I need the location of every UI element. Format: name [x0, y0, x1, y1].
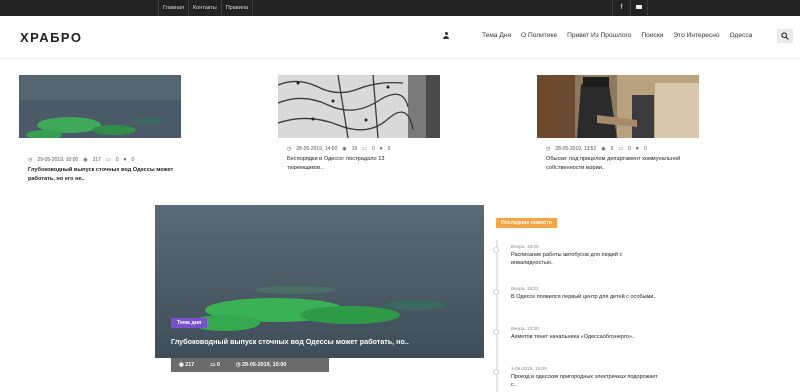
card-meta: ◷ 28-05-2019, 14:00 ◉ 19 ▭ 0 ♥ 0: [287, 146, 390, 152]
clock-icon: ◷: [28, 157, 33, 163]
latest-news-item[interactable]: Вчера, 13:30 Ахметов тянет начальника «О…: [493, 325, 660, 341]
heart-icon: ♥: [379, 146, 383, 152]
nav-item-interesting[interactable]: Это Интересно: [668, 30, 724, 42]
news-time: Вчера, 16:00: [511, 244, 539, 249]
nav-item-past[interactable]: Привет Из Прошлого: [562, 30, 636, 42]
nav-item-topic-of-day[interactable]: Тема Дня: [477, 30, 516, 42]
main-nav: Тема Дня О Политике Привет Из Прошлого П…: [477, 30, 757, 42]
featured-image[interactable]: [155, 205, 484, 358]
featured-comments-wrap: ▭ 0: [210, 362, 220, 368]
timeline-dot-icon: [493, 369, 499, 375]
card-meta: ◷ 28-05-2019, 13:52 ◉ 6 ▭ 0 ♥ 0: [546, 146, 647, 152]
top-bar: Главная Контакты Правила f: [0, 0, 800, 16]
latest-news-item[interactable]: Вчера, 16:00 Расписание работы автобусов…: [493, 243, 660, 267]
mail-icon[interactable]: [630, 0, 648, 16]
nav-item-search[interactable]: Поиски: [636, 30, 668, 42]
news-title[interactable]: Проезд в одесских пригородных электричка…: [500, 373, 660, 389]
featured-views: 217: [185, 362, 195, 368]
news-time: Вчера, 13:30: [511, 326, 539, 331]
featured-views-wrap: ◉ 217: [179, 362, 194, 368]
card-date: 29-05-2019, 10:00: [37, 157, 79, 163]
card-date: 28-05-2019, 14:00: [296, 146, 338, 152]
facebook-icon[interactable]: f: [612, 0, 630, 16]
comment-icon: ▭: [362, 146, 367, 152]
heart-icon: ♥: [123, 157, 127, 163]
timeline-dot-icon: [493, 289, 499, 295]
news-title[interactable]: Расписание работы автобусов для людей с …: [500, 251, 660, 267]
top-links: Главная Контакты Правила: [158, 0, 254, 16]
nav-item-politics[interactable]: О Политике: [516, 30, 562, 42]
latest-news-heading: Последние новости: [496, 218, 557, 228]
social-links: f: [612, 0, 648, 16]
eye-icon: ◉: [342, 146, 347, 152]
card-title[interactable]: Глубоководный выпуск сточных вод Одессы …: [28, 166, 188, 184]
card-likes: 0: [131, 157, 135, 163]
card-title[interactable]: Обыски: под прицелом департамент коммуна…: [546, 155, 696, 173]
search-button[interactable]: [777, 29, 793, 43]
latest-news-item[interactable]: 1-06-2019, 16:00 Проезд в одесских приго…: [493, 365, 660, 389]
comment-icon: ▭: [210, 362, 216, 368]
featured-badge[interactable]: Тема дня: [171, 318, 208, 328]
latest-news-item[interactable]: Вчера, 15:02 В Одессе появился первый це…: [493, 285, 660, 301]
card-comments: 0: [628, 146, 631, 152]
site-header: ХРАБРО Тема Дня О Политике Привет Из Про…: [0, 16, 800, 59]
featured-date-wrap: ◷ 29-05-2019, 10:00: [236, 362, 287, 368]
clock-icon: ◷: [546, 146, 551, 152]
featured-meta: ◉ 217 ▭ 0 ◷ 29-05-2019, 10:00: [171, 358, 329, 372]
featured-title[interactable]: Глубоководный выпуск сточных вод Одессы …: [171, 337, 409, 346]
top-link-rules[interactable]: Правила: [220, 0, 254, 16]
card-image-search[interactable]: [537, 75, 699, 138]
top-link-home[interactable]: Главная: [158, 0, 188, 16]
card-views: 19: [351, 146, 358, 152]
eye-icon: ◉: [179, 362, 184, 368]
clock-icon: ◷: [235, 362, 241, 368]
card-comments: 0: [115, 157, 119, 163]
nav-item-odessa[interactable]: Одесса: [725, 30, 758, 42]
card-likes: 0: [387, 146, 391, 152]
clock-icon: ◷: [287, 146, 292, 152]
news-title[interactable]: В Одессе появился первый центр для детей…: [500, 293, 660, 301]
site-logo[interactable]: ХРАБРО: [20, 30, 83, 45]
card-date: 28-05-2019, 13:52: [555, 146, 597, 152]
card-image-sea[interactable]: [19, 75, 181, 138]
card-meta: ◷ 29-05-2019, 10:00 ◉ 217 ▭ 0 ♥ 0: [28, 157, 134, 163]
featured-comments: 0: [216, 362, 220, 368]
search-icon: [781, 32, 789, 40]
timeline-dot-icon: [493, 329, 499, 335]
featured-date: 29-05-2019, 10:00: [242, 362, 287, 368]
comment-icon: ▭: [105, 157, 111, 163]
card-title[interactable]: Беспорядки в Одессе: пострадало 13 тюрем…: [287, 155, 417, 173]
comment-icon: ▭: [618, 146, 624, 152]
timeline-dot-icon: [493, 247, 499, 253]
card-likes: 0: [643, 146, 647, 152]
top-link-contacts[interactable]: Контакты: [187, 0, 221, 16]
news-title[interactable]: Ахметов тянет начальника «Одессаоблэнерг…: [500, 333, 660, 341]
card-image-barbed-wire[interactable]: [278, 75, 440, 138]
card-comments: 0: [371, 146, 375, 152]
news-time: 1-06-2019, 16:00: [511, 366, 547, 371]
news-time: Вчера, 15:02: [511, 286, 539, 291]
eye-icon: ◉: [601, 146, 606, 152]
card-views: 6: [610, 146, 614, 152]
eye-icon: ◉: [83, 157, 88, 163]
user-icon[interactable]: [443, 32, 449, 40]
card-views: 217: [92, 157, 101, 163]
heart-icon: ♥: [635, 146, 639, 152]
